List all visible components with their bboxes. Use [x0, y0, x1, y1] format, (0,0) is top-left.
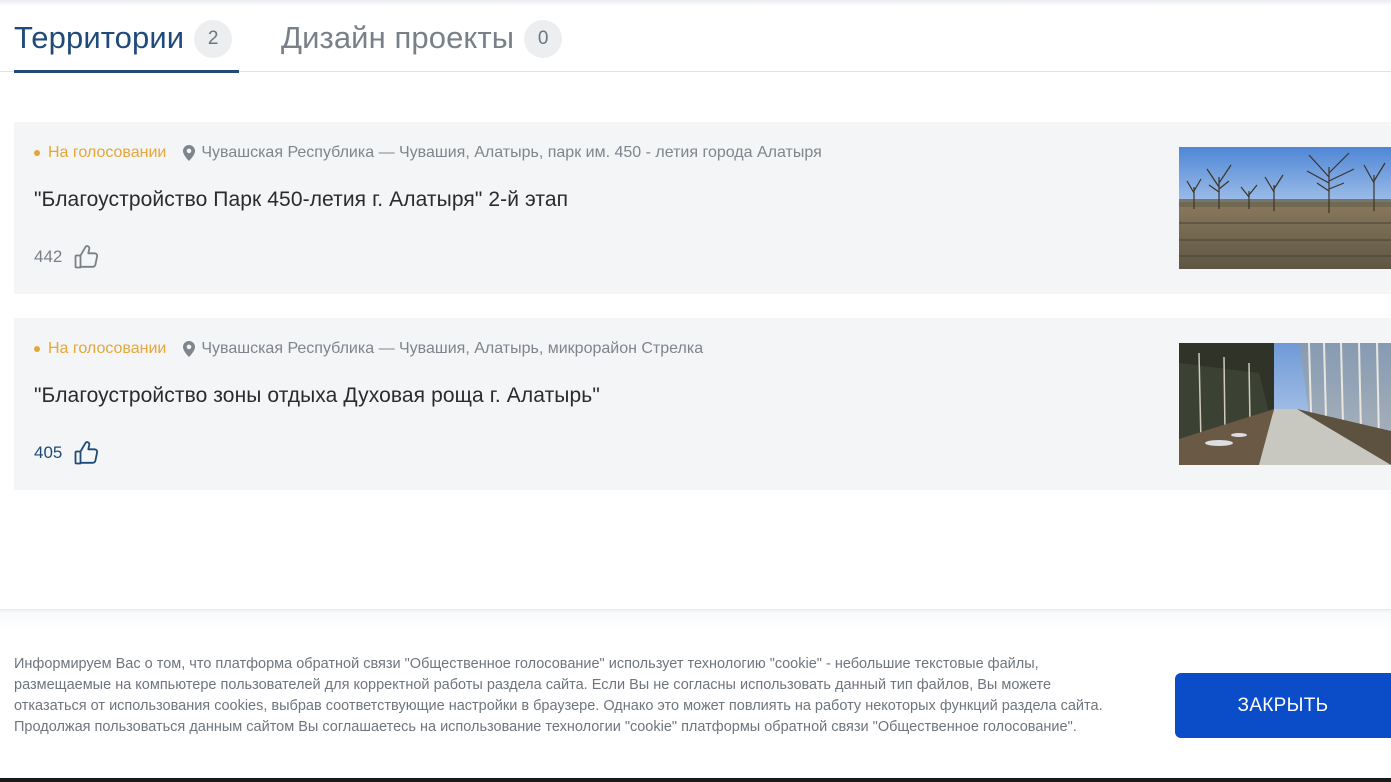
likes: 405 [34, 438, 100, 468]
location-pin-icon [183, 341, 196, 357]
project-card[interactable]: На голосовании Чувашская Республика — Чу… [14, 318, 1391, 490]
status-dot [34, 150, 40, 156]
like-count: 405 [34, 443, 63, 462]
thumbs-up-icon[interactable] [72, 439, 100, 467]
tab-design-projects-label: Дизайн проекты [281, 20, 515, 55]
status-dot [34, 346, 40, 352]
project-meta: На голосовании Чувашская Республика — Чу… [34, 143, 822, 163]
like-count: 442 [34, 247, 63, 266]
tab-design-projects[interactable]: Дизайн проекты 0 [281, 18, 563, 72]
likes: 442 [34, 242, 100, 272]
park-trees-image [1179, 147, 1391, 269]
project-meta: На голосовании Чувашская Республика — Чу… [34, 339, 703, 359]
cookie-notice-text: Информируем Вас о том, что платформа обр… [14, 656, 1103, 735]
tab-territories-label: Территории [14, 20, 185, 55]
page: Территории 2 Дизайн проекты 0 На голосов… [0, 0, 1391, 782]
cookie-banner: Информируем Вас о том, что платформа обр… [0, 631, 1391, 778]
project-status: На голосовании [48, 144, 167, 161]
park-trees-photo[interactable] [1179, 147, 1391, 269]
bottom-bar [0, 778, 1391, 782]
tabs-bar: Территории 2 Дизайн проекты 0 [0, 0, 1391, 73]
location-pin-icon [183, 145, 196, 161]
thumbs-up-icon[interactable] [72, 243, 100, 271]
tab-territories[interactable]: Территории 2 [14, 18, 240, 73]
birch-alley-image [1179, 343, 1391, 465]
birch-alley-photo[interactable] [1179, 343, 1391, 465]
project-location: Чувашская Республика — Чувашия, Алатырь,… [201, 340, 704, 357]
tab-territories-count: 2 [194, 20, 233, 58]
tab-design-projects-count: 0 [524, 20, 563, 58]
project-card[interactable]: На голосовании Чувашская Республика — Чу… [14, 122, 1391, 294]
project-title[interactable]: "Благоустройство зоны отдыха Духовая рощ… [34, 384, 600, 408]
project-location: Чувашская Республика — Чувашия, Алатырь,… [201, 144, 822, 161]
divider [0, 609, 1391, 631]
project-status: На голосовании [48, 340, 167, 357]
close-cookie-button[interactable]: ЗАКРЫТЬ [1175, 673, 1391, 738]
project-title[interactable]: "Благоустройство Парк 450-летия г. Алаты… [34, 188, 568, 212]
